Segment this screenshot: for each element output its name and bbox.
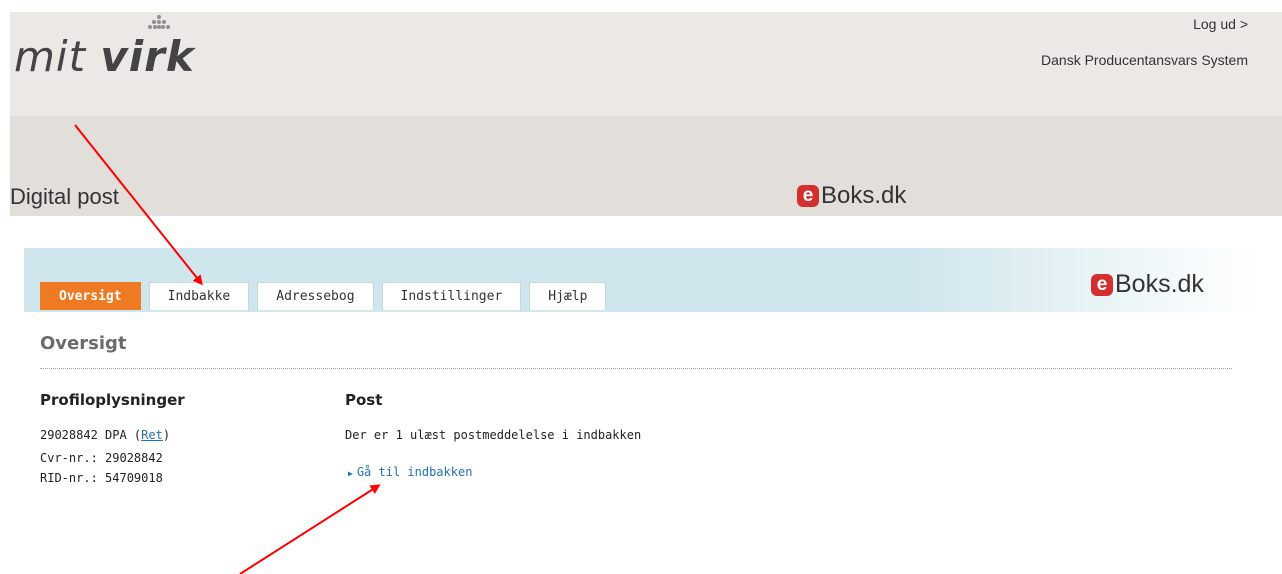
- post-title: Post: [345, 391, 383, 409]
- post-message: Der er 1 ulæst postmeddelelse i indbakke…: [345, 428, 642, 442]
- tab-hjaelp[interactable]: Hjælp: [529, 282, 607, 310]
- eboks-logo-panel: e Boks.dk: [1091, 270, 1204, 299]
- profile-paren: ): [162, 428, 171, 442]
- tab-indbakke[interactable]: Indbakke: [148, 282, 250, 310]
- eboks-logo-header: e Boks.dk: [797, 182, 906, 210]
- arrow-to-inbox-link: [239, 484, 381, 574]
- logo-virk: virk: [100, 32, 195, 81]
- mit-virk-logo[interactable]: mit virk: [14, 32, 195, 81]
- eboks-logo-text: Boks.dk: [821, 182, 907, 209]
- sub-header: [10, 116, 1282, 216]
- page-title: Digital post: [10, 184, 119, 209]
- profile-name: 29028842 DPA (: [40, 428, 142, 442]
- eboks-e-icon: e: [1091, 273, 1113, 296]
- go-to-inbox-link[interactable]: ▶ Gå til indbakken: [348, 465, 472, 479]
- eboks-e-icon: e: [797, 185, 819, 207]
- rid-number: RID-nr.: 54709018: [40, 471, 163, 485]
- tab-adressebog[interactable]: Adressebog: [257, 282, 374, 310]
- tab-oversigt[interactable]: Oversigt: [40, 282, 141, 310]
- edit-profile-link[interactable]: Ret: [141, 428, 163, 442]
- divider: [40, 368, 1232, 369]
- profile-line: 29028842 DPA (Ret): [40, 428, 170, 442]
- tab-bar: Oversigt Indbakke Adressebog Indstilling…: [40, 282, 607, 310]
- go-to-inbox-label: Gå til indbakken: [356, 465, 473, 479]
- logo-mit: mit: [14, 32, 101, 81]
- system-name: Dansk Producentansvars System: [1041, 52, 1248, 68]
- logout-link[interactable]: Log ud >: [1193, 16, 1248, 32]
- cvr-number: Cvr-nr.: 29028842: [40, 451, 163, 465]
- tab-indstillinger[interactable]: Indstillinger: [381, 282, 522, 310]
- eboks-logo-text: Boks.dk: [1115, 270, 1204, 298]
- overview-title: Oversigt: [40, 333, 127, 354]
- play-icon: ▶: [348, 469, 353, 478]
- crown-icon: [148, 15, 170, 29]
- profile-title: Profiloplysninger: [40, 391, 185, 409]
